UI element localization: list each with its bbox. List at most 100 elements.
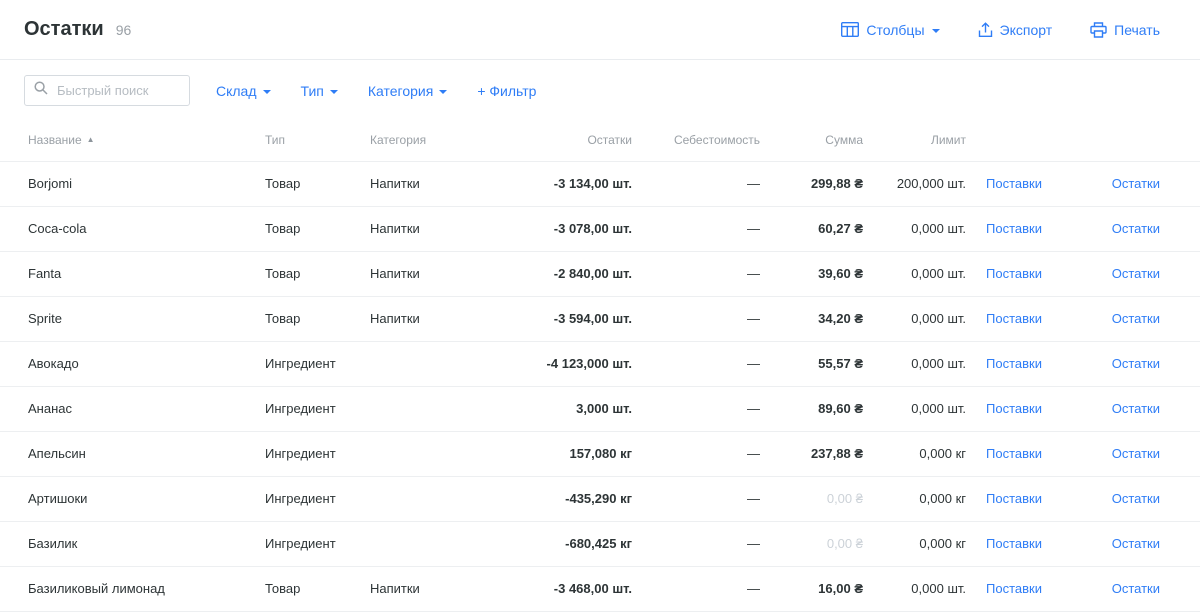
cell-type: Ингредиент <box>255 341 360 386</box>
export-button-label: Экспорт <box>1000 22 1053 38</box>
supplies-link[interactable]: Поставки <box>986 266 1042 281</box>
cell-stock: -435,290 кг <box>470 476 642 521</box>
cell-stock: -3 468,00 шт. <box>470 566 642 611</box>
table-row[interactable]: Sprite Товар Напитки -3 594,00 шт. — 34,… <box>0 296 1200 341</box>
col-header-type[interactable]: Тип <box>255 119 360 161</box>
table-row[interactable]: Артишоки Ингредиент -435,290 кг — 0,00 ₴… <box>0 476 1200 521</box>
supplies-link[interactable]: Поставки <box>986 536 1042 551</box>
table-row[interactable]: Fanta Товар Напитки -2 840,00 шт. — 39,6… <box>0 251 1200 296</box>
search-input[interactable] <box>55 82 180 99</box>
cell-sum: 39,60 ₴ <box>770 251 873 296</box>
add-filter-label: + Фильтр <box>477 83 536 99</box>
cell-category: Напитки <box>360 296 470 341</box>
cell-category <box>360 476 470 521</box>
cell-type: Товар <box>255 161 360 206</box>
cell-name: Апельсин <box>0 431 255 476</box>
col-header-stock-actions <box>1066 119 1200 161</box>
supplies-link[interactable]: Поставки <box>986 311 1042 326</box>
cell-category <box>360 341 470 386</box>
records-count: 96 <box>116 22 132 38</box>
columns-icon <box>841 22 859 37</box>
row-stock-link[interactable]: Остатки <box>1112 446 1160 461</box>
print-icon <box>1090 22 1107 38</box>
cell-stock: 3,000 шт. <box>470 386 642 431</box>
row-stock-link[interactable]: Остатки <box>1112 356 1160 371</box>
cell-cost: — <box>642 161 770 206</box>
cell-name: Borjomi <box>0 161 255 206</box>
supplies-link[interactable]: Поставки <box>986 581 1042 596</box>
table-row[interactable]: Базиликовый лимонад Товар Напитки -3 468… <box>0 566 1200 611</box>
cell-category <box>360 521 470 566</box>
toolbar: Склад Тип Категория + Фильтр <box>0 60 1200 119</box>
col-header-stock[interactable]: Остатки <box>470 119 642 161</box>
supplies-link[interactable]: Поставки <box>986 221 1042 236</box>
add-filter-button[interactable]: + Фильтр <box>477 83 536 99</box>
row-stock-link[interactable]: Остатки <box>1112 401 1160 416</box>
row-stock-link[interactable]: Остатки <box>1112 176 1160 191</box>
cell-type: Товар <box>255 296 360 341</box>
col-header-limit[interactable]: Лимит <box>873 119 976 161</box>
row-stock-link[interactable]: Остатки <box>1112 536 1160 551</box>
cell-sum: 60,27 ₴ <box>770 206 873 251</box>
cell-name: Авокадо <box>0 341 255 386</box>
table-row[interactable]: Авокадо Ингредиент -4 123,000 шт. — 55,5… <box>0 341 1200 386</box>
supplies-link[interactable]: Поставки <box>986 491 1042 506</box>
filter-warehouse-label: Склад <box>216 83 257 99</box>
row-stock-link[interactable]: Остатки <box>1112 266 1160 281</box>
cell-category: Напитки <box>360 206 470 251</box>
filter-warehouse[interactable]: Склад <box>216 83 271 99</box>
title-group: Остатки 96 <box>24 18 131 41</box>
supplies-link[interactable]: Поставки <box>986 446 1042 461</box>
export-icon <box>978 22 993 38</box>
export-button[interactable]: Экспорт <box>978 22 1053 38</box>
col-header-cost[interactable]: Себестоимость <box>642 119 770 161</box>
cell-category <box>360 386 470 431</box>
cell-type: Товар <box>255 251 360 296</box>
cell-limit: 0,000 кг <box>873 476 976 521</box>
cell-limit: 0,000 шт. <box>873 206 976 251</box>
search-box[interactable] <box>24 75 190 106</box>
col-header-sum[interactable]: Сумма <box>770 119 873 161</box>
cell-limit: 0,000 шт. <box>873 341 976 386</box>
cell-name: Sprite <box>0 296 255 341</box>
supplies-link[interactable]: Поставки <box>986 176 1042 191</box>
cell-type: Ингредиент <box>255 386 360 431</box>
filter-category[interactable]: Категория <box>368 83 447 99</box>
table-row[interactable]: Borjomi Товар Напитки -3 134,00 шт. — 29… <box>0 161 1200 206</box>
row-stock-link[interactable]: Остатки <box>1112 581 1160 596</box>
cell-limit: 0,000 шт. <box>873 566 976 611</box>
filter-type-label: Тип <box>301 83 324 99</box>
cell-cost: — <box>642 521 770 566</box>
cell-cost: — <box>642 431 770 476</box>
table-row[interactable]: Апельсин Ингредиент 157,080 кг — 237,88 … <box>0 431 1200 476</box>
cell-cost: — <box>642 386 770 431</box>
row-stock-link[interactable]: Остатки <box>1112 491 1160 506</box>
cell-limit: 0,000 шт. <box>873 296 976 341</box>
header-actions: Столбцы Экспорт Печать <box>841 22 1160 38</box>
col-header-category[interactable]: Категория <box>360 119 470 161</box>
cell-category: Напитки <box>360 161 470 206</box>
cell-stock: -3 594,00 шт. <box>470 296 642 341</box>
cell-type: Ингредиент <box>255 431 360 476</box>
filter-type[interactable]: Тип <box>301 83 338 99</box>
col-header-name[interactable]: Название▲ <box>0 119 255 161</box>
print-button-label: Печать <box>1114 22 1160 38</box>
cell-limit: 0,000 кг <box>873 431 976 476</box>
search-icon <box>34 81 48 100</box>
supplies-link[interactable]: Поставки <box>986 401 1042 416</box>
print-button[interactable]: Печать <box>1090 22 1160 38</box>
col-header-supplies-actions <box>976 119 1066 161</box>
table-row[interactable]: Ананас Ингредиент 3,000 шт. — 89,60 ₴ 0,… <box>0 386 1200 431</box>
row-stock-link[interactable]: Остатки <box>1112 311 1160 326</box>
cell-type: Товар <box>255 566 360 611</box>
caret-down-icon <box>932 29 940 33</box>
table-row[interactable]: Базилик Ингредиент -680,425 кг — 0,00 ₴ … <box>0 521 1200 566</box>
table-row[interactable]: Coca-cola Товар Напитки -3 078,00 шт. — … <box>0 206 1200 251</box>
filters: Склад Тип Категория + Фильтр <box>216 83 536 99</box>
row-stock-link[interactable]: Остатки <box>1112 221 1160 236</box>
columns-button[interactable]: Столбцы <box>841 22 939 38</box>
supplies-link[interactable]: Поставки <box>986 356 1042 371</box>
columns-button-label: Столбцы <box>866 22 924 38</box>
cell-stock: -680,425 кг <box>470 521 642 566</box>
page-header: Остатки 96 Столбцы <box>0 0 1200 60</box>
